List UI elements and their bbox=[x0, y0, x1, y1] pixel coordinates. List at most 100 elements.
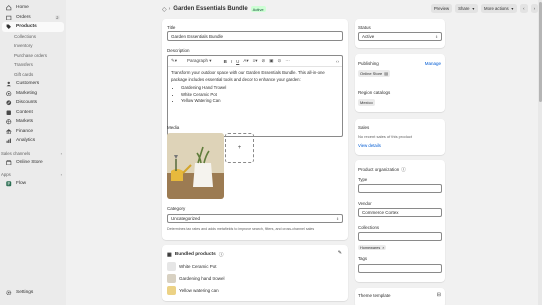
type-label: Type bbox=[358, 177, 368, 182]
sidebar-item-content[interactable]: Content bbox=[2, 108, 64, 118]
bold-button[interactable]: B bbox=[224, 59, 227, 64]
orders-count-badge: 2 bbox=[54, 14, 60, 20]
theme-template-icon[interactable]: ⊟ bbox=[437, 292, 441, 298]
product-details-card: Title Garden Essentials Bundle Descripti… bbox=[162, 19, 348, 240]
sales-label: Sales bbox=[358, 125, 370, 130]
sidebar-item-flow[interactable]: Flow bbox=[2, 179, 64, 189]
page-scrollbar[interactable] bbox=[538, 0, 542, 305]
region-tag[interactable]: Mexico bbox=[358, 99, 375, 106]
product-thumbnail bbox=[167, 262, 176, 271]
image-icon[interactable]: ▣ bbox=[269, 58, 273, 64]
sales-channels-header[interactable]: Sales channels › bbox=[0, 149, 66, 158]
sidebar-sub-purchase-orders[interactable]: Purchase orders bbox=[2, 51, 64, 61]
paragraph-dropdown[interactable]: Paragraph ▾ bbox=[187, 58, 212, 64]
more-actions-label: More actions bbox=[484, 6, 509, 11]
theme-template-card: Theme template ⊟ bbox=[355, 288, 445, 305]
description-editor[interactable]: ✎▾ Paragraph ▾ B I U A▾ ≡▾ ⊘ ▣ ⊙ ⋯ ‹› Tr… bbox=[167, 55, 343, 137]
sidebar-item-markets[interactable]: Markets bbox=[2, 117, 64, 127]
sidebar-item-orders[interactable]: Orders 2 bbox=[2, 13, 64, 23]
bundled-item[interactable]: Gardening hand trowel bbox=[167, 274, 225, 283]
description-bullet-list: Gardening Hand Trowel White Ceramic Pot … bbox=[171, 85, 339, 105]
collection-tag[interactable]: Homewares × bbox=[358, 245, 387, 250]
sidebar-item-discounts[interactable]: Discounts bbox=[2, 98, 64, 108]
sidebar-item-home[interactable]: Home bbox=[2, 3, 64, 13]
view-details-link[interactable]: View details bbox=[358, 143, 381, 148]
product-icon[interactable]: ◇ bbox=[162, 6, 167, 13]
more-actions-button[interactable]: More actions ▼ bbox=[481, 4, 518, 13]
add-media-button[interactable]: + bbox=[225, 133, 254, 163]
plus-icon: + bbox=[237, 145, 242, 151]
align-button[interactable]: ≡▾ bbox=[253, 58, 258, 64]
page-header: ◇ › Garden Essentials Bundle Active Prev… bbox=[162, 4, 542, 14]
italic-button[interactable]: I bbox=[231, 59, 232, 64]
sidebar-item-label: Customers bbox=[16, 81, 40, 87]
sidebar-item-label: Analytics bbox=[16, 138, 36, 144]
tags-label: Tags bbox=[358, 256, 368, 261]
sidebar-item-analytics[interactable]: Analytics bbox=[2, 136, 64, 146]
bundled-item[interactable]: White Ceramic Pot bbox=[167, 262, 217, 271]
text-color-button[interactable]: A▾ bbox=[243, 58, 248, 64]
apps-header[interactable]: Apps › bbox=[0, 170, 66, 179]
channel-tag[interactable]: Online Store ▤ bbox=[358, 70, 391, 77]
preview-button[interactable]: Preview bbox=[430, 4, 453, 13]
product-photo bbox=[167, 133, 224, 199]
sidebar-item-online-store[interactable]: Online Store bbox=[2, 158, 64, 168]
close-icon[interactable]: × bbox=[382, 246, 384, 250]
chevron-down-icon: ▼ bbox=[471, 6, 476, 11]
ai-magic-icon[interactable]: ✎▾ bbox=[171, 58, 177, 64]
product-organization-card: Product organization ⓘ Type Vendor Commer… bbox=[355, 160, 445, 282]
sidebar-item-label: Home bbox=[16, 5, 29, 11]
code-view-icon[interactable]: ‹› bbox=[336, 59, 339, 64]
sidebar-item-customers[interactable]: Customers bbox=[2, 79, 64, 89]
product-image[interactable] bbox=[167, 133, 224, 199]
bundled-products-title: Bundled products bbox=[174, 252, 216, 257]
vendor-input[interactable]: Commerce Cortex bbox=[358, 208, 442, 217]
sidebar-sub-collections[interactable]: Collections bbox=[2, 32, 64, 42]
video-icon[interactable]: ⊙ bbox=[278, 58, 282, 64]
sidebar-sub-inventory[interactable]: Inventory bbox=[2, 41, 64, 51]
description-label: Description bbox=[167, 48, 190, 53]
description-content: Transform your outdoor space with our Ga… bbox=[168, 67, 342, 108]
paragraph-label: Paragraph bbox=[187, 58, 209, 63]
share-button[interactable]: Share ▼ bbox=[455, 4, 479, 13]
category-select[interactable]: Uncategorized ⇕ bbox=[167, 214, 343, 223]
bundled-item-name: White Ceramic Pot bbox=[179, 264, 217, 269]
collections-input[interactable] bbox=[358, 232, 442, 241]
sidebar-item-finance[interactable]: Finance bbox=[2, 127, 64, 137]
title-input[interactable]: Garden Essentials Bundle bbox=[167, 31, 343, 41]
scrollbar-thumb[interactable] bbox=[538, 2, 542, 102]
status-select[interactable]: Active ⇕ bbox=[358, 32, 442, 41]
page-title: Garden Essentials Bundle bbox=[173, 6, 248, 12]
organization-header: Product organization ⓘ bbox=[358, 167, 406, 173]
type-input[interactable] bbox=[358, 184, 442, 193]
sidebar-sub-transfers[interactable]: Transfers bbox=[2, 60, 64, 70]
previous-product-button[interactable]: ‹ bbox=[520, 4, 528, 13]
edit-pencil-icon[interactable]: ✎ bbox=[338, 250, 342, 256]
tags-input[interactable] bbox=[358, 264, 442, 273]
bundled-products-header: ▦ Bundled products ⓘ bbox=[167, 251, 224, 259]
category-value: Uncategorized bbox=[171, 216, 201, 221]
next-product-button[interactable]: › bbox=[530, 4, 538, 13]
publishing-label: Publishing bbox=[358, 61, 379, 66]
content-icon bbox=[6, 109, 12, 115]
link-icon[interactable]: ⊘ bbox=[261, 58, 265, 64]
sidebar-sub-gift-cards[interactable]: Gift cards bbox=[2, 70, 64, 80]
sales-channels-label: Sales channels bbox=[1, 150, 31, 156]
bank-icon bbox=[6, 128, 12, 134]
apps-label: Apps bbox=[1, 172, 11, 177]
underline-button[interactable]: U bbox=[236, 59, 239, 64]
sidebar-item-marketing[interactable]: Marketing bbox=[2, 89, 64, 99]
status-value: Active bbox=[362, 34, 375, 39]
more-icon[interactable]: ⋯ bbox=[285, 58, 290, 64]
media-label: Media bbox=[167, 125, 180, 130]
info-icon[interactable]: ⓘ bbox=[401, 167, 406, 173]
manage-link[interactable]: Manage bbox=[425, 61, 441, 66]
bundled-item[interactable]: Yellow watering can bbox=[167, 286, 219, 295]
home-icon bbox=[6, 5, 12, 11]
chart-icon bbox=[6, 138, 12, 144]
sidebar-item-settings[interactable]: Settings bbox=[2, 288, 64, 298]
status-card: Status Active ⇕ bbox=[355, 19, 445, 48]
info-icon[interactable]: ⓘ bbox=[219, 251, 224, 258]
sidebar-item-label: Marketing bbox=[16, 90, 38, 96]
sidebar-item-products[interactable]: Products bbox=[2, 22, 64, 32]
